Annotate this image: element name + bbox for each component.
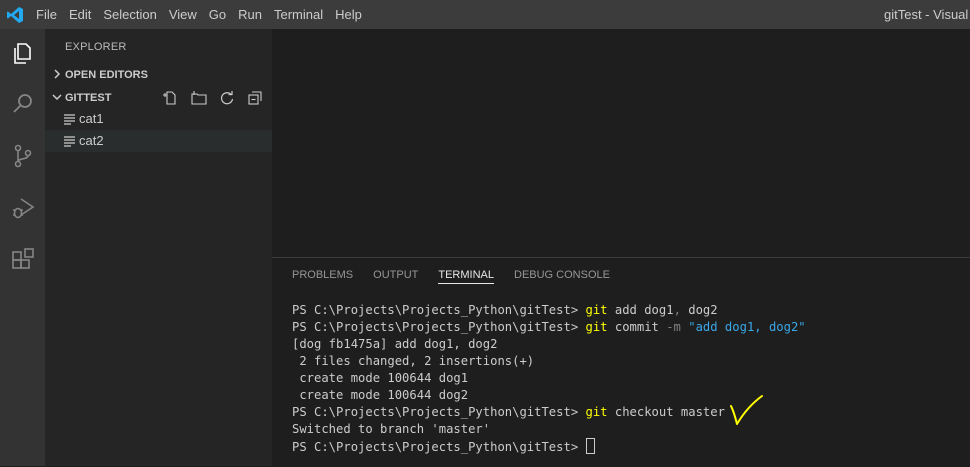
menu-terminal[interactable]: Terminal xyxy=(268,0,329,29)
explorer-sidebar: EXPLORER OPEN EDITORS GITTEST cat1 cat2 xyxy=(45,29,272,466)
terminal-cursor xyxy=(585,438,595,454)
refresh-button[interactable] xyxy=(216,88,238,108)
terminal-line: PS C:\Projects\Projects_Python\gitTest> … xyxy=(292,319,806,336)
folder-label: GITTEST xyxy=(65,92,112,104)
activity-extensions[interactable] xyxy=(0,237,45,283)
prompt: PS C:\Projects\Projects_Python\gitTest> xyxy=(292,320,586,334)
tab-output[interactable]: OUTPUT xyxy=(373,266,418,292)
collapse-all-button[interactable] xyxy=(244,88,266,108)
gittest-folder-section[interactable]: GITTEST xyxy=(45,87,272,109)
explorer-title: EXPLORER xyxy=(65,41,127,53)
tab-debug-console[interactable]: DEBUG CONSOLE xyxy=(514,266,610,292)
command-args: commit xyxy=(607,320,667,334)
file-name: cat2 xyxy=(79,133,104,148)
terminal-output[interactable]: PS C:\Projects\Projects_Python\gitTest> … xyxy=(292,302,806,456)
command: git xyxy=(585,303,608,317)
prompt: PS C:\Projects\Projects_Python\gitTest> xyxy=(292,303,586,317)
refresh-icon xyxy=(220,91,234,105)
chevron-down-icon xyxy=(52,94,62,101)
title-bar: File Edit Selection View Go Run Terminal… xyxy=(0,0,970,29)
new-file-button[interactable] xyxy=(160,88,182,108)
command: git xyxy=(585,320,608,334)
explorer-icon xyxy=(13,43,31,64)
folder-actions xyxy=(160,88,266,108)
menu-bar: File Edit Selection View Go Run Terminal… xyxy=(30,0,368,29)
extensions-icon xyxy=(11,248,34,269)
command-args: checkout master xyxy=(607,405,725,419)
menu-edit[interactable]: Edit xyxy=(63,0,97,29)
activity-explorer[interactable] xyxy=(0,30,45,76)
open-editors-section[interactable]: OPEN EDITORS xyxy=(45,64,272,86)
command: git xyxy=(585,405,608,419)
prompt: PS C:\Projects\Projects_Python\gitTest> xyxy=(292,405,586,419)
search-icon xyxy=(12,94,32,113)
menu-run[interactable]: Run xyxy=(232,0,268,29)
panel-tabs: PROBLEMS OUTPUT TERMINAL DEBUG CONSOLE xyxy=(292,266,610,292)
tab-problems[interactable]: PROBLEMS xyxy=(292,266,353,292)
menu-selection[interactable]: Selection xyxy=(97,0,162,29)
terminal-line: 2 files changed, 2 insertions(+) xyxy=(292,354,535,368)
separator: , xyxy=(673,303,681,317)
bottom-panel: PROBLEMS OUTPUT TERMINAL DEBUG CONSOLE P… xyxy=(272,257,970,467)
file-item-cat1[interactable]: cat1 xyxy=(45,108,272,130)
menu-view[interactable]: View xyxy=(163,0,203,29)
file-name: cat1 xyxy=(79,111,104,126)
run-debug-icon xyxy=(12,198,34,219)
terminal-line: create mode 100644 dog1 xyxy=(292,371,469,385)
new-folder-button[interactable] xyxy=(188,88,210,108)
activity-bar xyxy=(0,29,45,466)
open-editors-label: OPEN EDITORS xyxy=(65,69,148,81)
window-title: gitTest - Visual S xyxy=(884,7,970,22)
file-item-cat2[interactable]: cat2 xyxy=(45,130,272,152)
tab-terminal[interactable]: TERMINAL xyxy=(438,266,494,284)
menu-go[interactable]: Go xyxy=(203,0,232,29)
terminal-line: PS C:\Projects\Projects_Python\gitTest> xyxy=(292,438,806,456)
text-file-icon xyxy=(64,114,75,125)
activity-search[interactable] xyxy=(0,81,45,127)
prompt: PS C:\Projects\Projects_Python\gitTest> xyxy=(292,440,586,454)
command-args: add dog1 xyxy=(607,303,674,317)
text-file-icon xyxy=(64,136,75,147)
command-flag: -m xyxy=(666,320,681,334)
chevron-right-icon xyxy=(54,69,61,79)
vscode-logo-icon xyxy=(7,7,23,23)
menu-help[interactable]: Help xyxy=(329,0,368,29)
menu-file[interactable]: File xyxy=(30,0,63,29)
source-control-icon xyxy=(14,144,31,168)
terminal-line: [dog fb1475a] add dog1, dog2 xyxy=(292,337,498,351)
new-file-icon xyxy=(163,91,176,105)
activity-run-debug[interactable] xyxy=(0,185,45,231)
new-folder-icon xyxy=(191,91,207,105)
checkmark-annotation-icon xyxy=(730,395,763,425)
activity-source-control[interactable] xyxy=(0,133,45,179)
command-args: dog2 xyxy=(680,303,718,317)
collapse-all-icon xyxy=(248,91,262,105)
terminal-line: PS C:\Projects\Projects_Python\gitTest> … xyxy=(292,302,806,319)
command-string: "add dog1, dog2" xyxy=(680,320,806,334)
